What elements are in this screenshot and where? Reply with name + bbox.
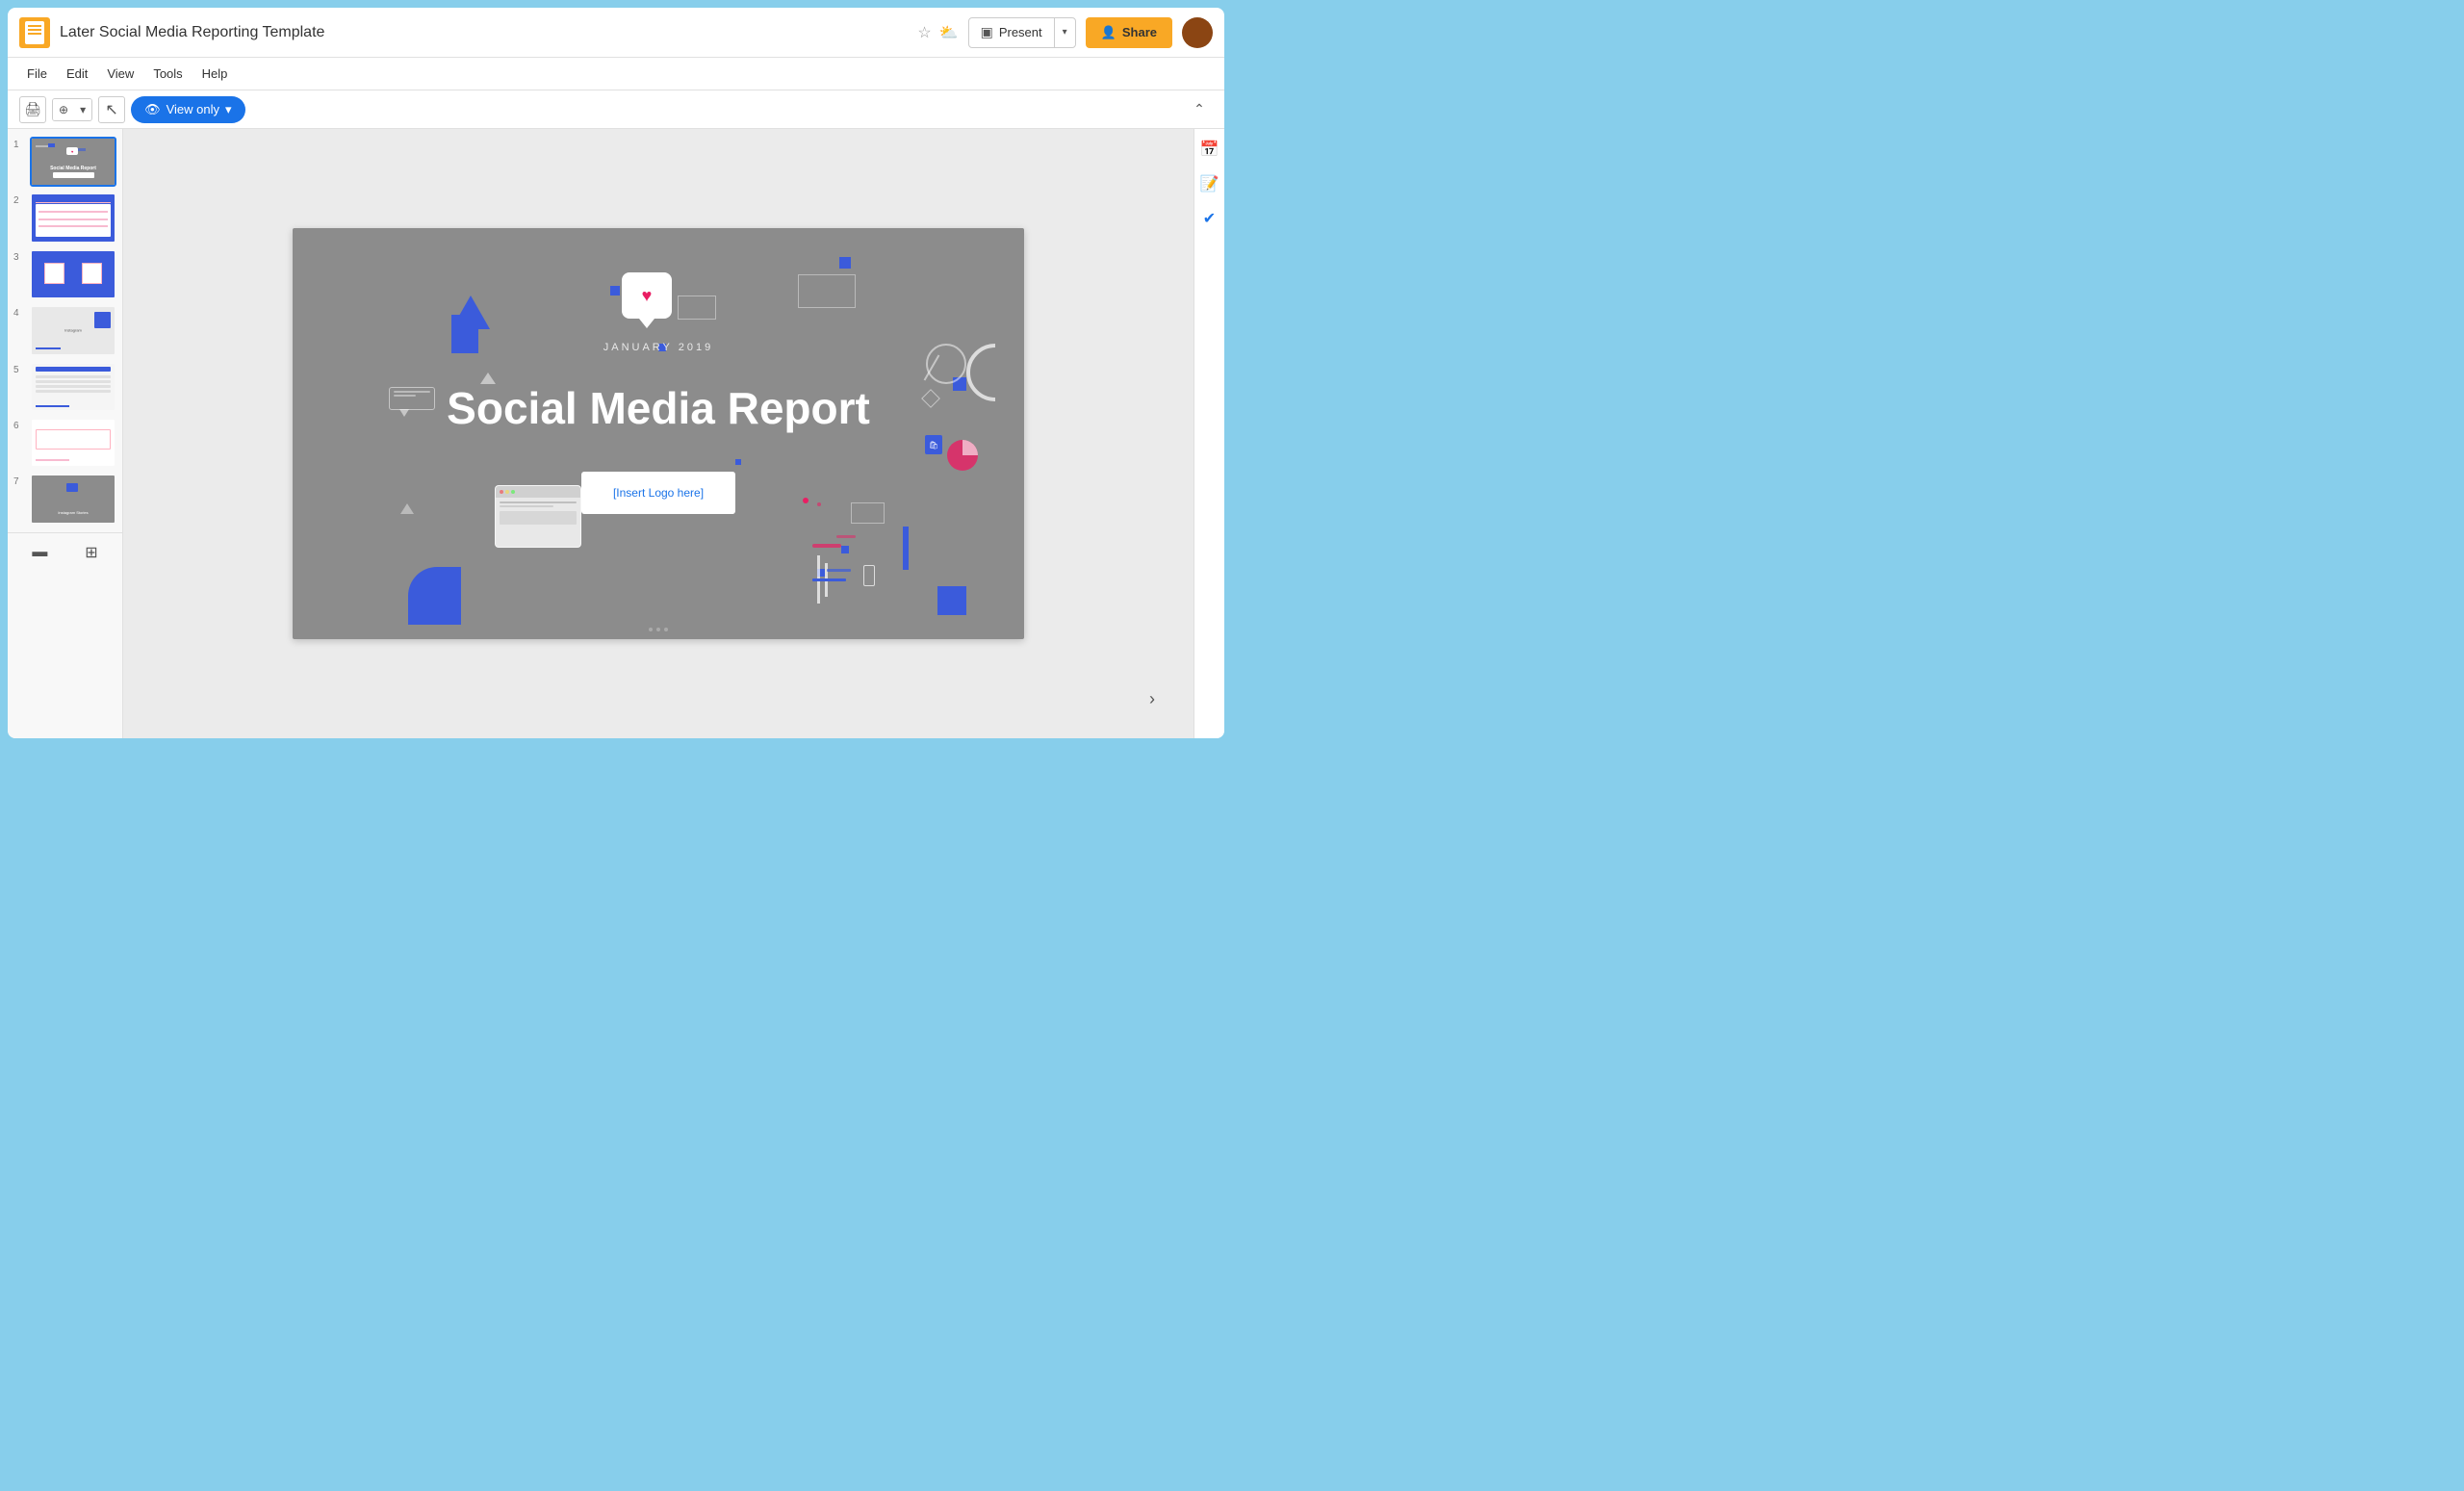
slide1-title: Social Media Report bbox=[32, 166, 115, 171]
list-view-button[interactable]: ▬ bbox=[24, 539, 55, 566]
task-sidebar-icon[interactable]: 📝 bbox=[1199, 173, 1220, 194]
cursor-icon: ↖ bbox=[105, 100, 117, 119]
slide-panel: 1 ♥ Social Media Re bbox=[8, 129, 123, 532]
slide-panel-bottom: ▬ ⊞ bbox=[8, 532, 122, 572]
logo-placeholder-box: [Insert Logo here] bbox=[581, 472, 735, 514]
slide-item-2[interactable]: 2 bbox=[13, 193, 116, 243]
slide-number-3: 3 bbox=[13, 249, 25, 263]
print-button[interactable]: 🖨 bbox=[19, 96, 46, 123]
slide-subtitle: JANUARY 2019 bbox=[293, 342, 1024, 353]
view-only-label: View only bbox=[167, 102, 219, 116]
slide-item-3[interactable]: 3 bbox=[13, 249, 116, 299]
list-icon: ▬ bbox=[32, 544, 47, 561]
slide4-label: Instagram bbox=[32, 328, 115, 333]
present-label: Present bbox=[999, 25, 1042, 39]
slide-number-7: 7 bbox=[13, 474, 25, 487]
present-main[interactable]: ▣ Present bbox=[969, 18, 1055, 47]
slide7-label: Instagram Stories bbox=[32, 510, 115, 515]
title-icons: ☆ ⛅ bbox=[917, 23, 958, 42]
main-content: 1 ♥ Social Media Re bbox=[8, 129, 1224, 738]
slide-item-4[interactable]: 4 Instagram bbox=[13, 305, 116, 355]
menu-view[interactable]: View bbox=[99, 63, 141, 85]
slide-thumbnail-3[interactable] bbox=[30, 249, 116, 299]
print-icon: 🖨 bbox=[24, 101, 41, 117]
grid-view-button[interactable]: ⊞ bbox=[77, 539, 105, 566]
menu-file[interactable]: File bbox=[19, 63, 55, 85]
slide-number-5: 5 bbox=[13, 362, 25, 375]
titlebar: Later Social Media Reporting Template ☆ … bbox=[8, 8, 1224, 58]
logo-placeholder-text: [Insert Logo here] bbox=[613, 486, 704, 500]
menu-help[interactable]: Help bbox=[194, 63, 236, 85]
slide-thumbnail-7[interactable]: Instagram Stories bbox=[30, 474, 116, 524]
menu-tools[interactable]: Tools bbox=[145, 63, 190, 85]
slide-main-title: Social Media Report bbox=[293, 382, 1024, 434]
menubar: File Edit View Tools Help bbox=[8, 58, 1224, 90]
slide-number-4: 4 bbox=[13, 305, 25, 319]
present-dropdown-arrow[interactable]: ▾ bbox=[1055, 18, 1075, 47]
slide-thumbnail-2[interactable] bbox=[30, 193, 116, 243]
slide-dots bbox=[649, 628, 668, 631]
slide-thumbnail-4[interactable]: Instagram bbox=[30, 305, 116, 355]
zoom-group[interactable]: ⊕ ▾ bbox=[52, 98, 92, 121]
present-icon: ▣ bbox=[981, 24, 993, 40]
slide-item-6[interactable]: 6 bbox=[13, 418, 116, 468]
toolbar: 🖨 ⊕ ▾ ↖ 👁 View only ▾ ⌃ bbox=[8, 90, 1224, 129]
view-only-button[interactable]: 👁 View only ▾ bbox=[131, 96, 244, 123]
slide-number-1: 1 bbox=[13, 137, 25, 150]
collapse-button[interactable]: ⌃ bbox=[1186, 96, 1213, 123]
main-slide: ♥ bbox=[293, 228, 1024, 639]
app: Later Social Media Reporting Template ☆ … bbox=[0, 0, 1232, 746]
doc-icon bbox=[19, 17, 50, 48]
slide-thumbnail-1[interactable]: ♥ Social Media Report bbox=[30, 137, 116, 187]
document-title: Later Social Media Reporting Template bbox=[60, 24, 908, 41]
calendar-sidebar-icon[interactable]: 📅 bbox=[1199, 139, 1220, 160]
slide-number-2: 2 bbox=[13, 193, 25, 206]
next-slide-button[interactable]: › bbox=[1149, 689, 1155, 709]
menu-edit[interactable]: Edit bbox=[59, 63, 95, 85]
share-button[interactable]: 👤 Share bbox=[1086, 17, 1172, 48]
grid-icon: ⊞ bbox=[85, 543, 97, 562]
slide-item-7[interactable]: 7 Instagram Stories bbox=[13, 474, 116, 524]
present-button[interactable]: ▣ Present ▾ bbox=[968, 17, 1076, 48]
cursor-button[interactable]: ↖ bbox=[98, 96, 125, 123]
cloud-sync-icon: ⛅ bbox=[939, 23, 959, 42]
header-right: ▣ Present ▾ 👤 Share bbox=[968, 17, 1213, 48]
user-avatar[interactable] bbox=[1182, 17, 1213, 48]
slide-thumbnail-5[interactable] bbox=[30, 362, 116, 412]
share-icon: 👤 bbox=[1101, 25, 1116, 40]
zoom-dropdown-button[interactable]: ▾ bbox=[74, 99, 91, 120]
slide-area: ♥ bbox=[123, 129, 1194, 738]
right-sidebar: 📅 📝 ✔ bbox=[1194, 129, 1224, 738]
slide-item-5[interactable]: 5 bbox=[13, 362, 116, 412]
zoom-out-button[interactable]: ⊕ bbox=[53, 99, 74, 120]
slide-item-1[interactable]: 1 ♥ Social Media Re bbox=[13, 137, 116, 187]
window: Later Social Media Reporting Template ☆ … bbox=[8, 8, 1224, 738]
view-only-dropdown-icon: ▾ bbox=[225, 102, 232, 117]
share-label: Share bbox=[1122, 25, 1157, 39]
slide-thumbnail-6[interactable] bbox=[30, 418, 116, 468]
check-sidebar-icon[interactable]: ✔ bbox=[1199, 208, 1220, 229]
slide-number-6: 6 bbox=[13, 418, 25, 431]
eye-icon: 👁 bbox=[144, 102, 161, 117]
star-icon[interactable]: ☆ bbox=[917, 23, 931, 42]
